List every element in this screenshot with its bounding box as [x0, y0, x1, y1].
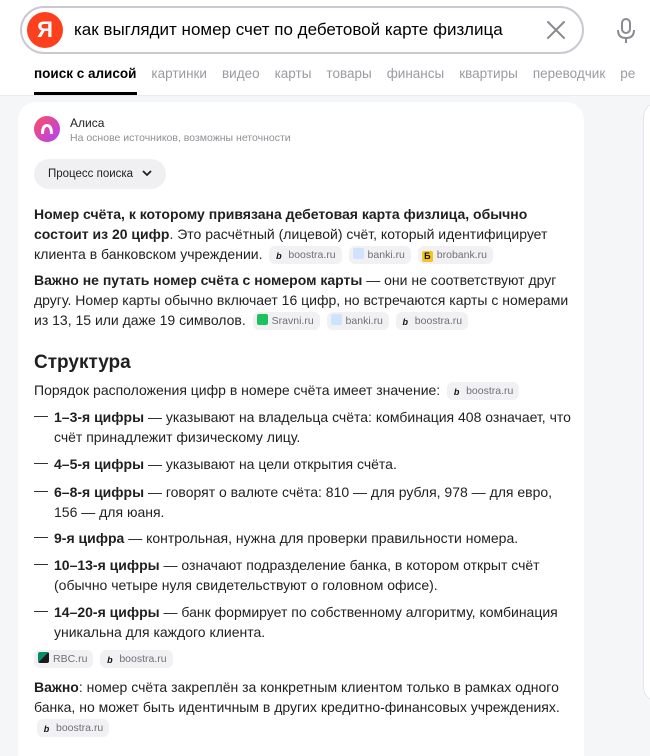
- assistant-disclaimer: На основе источников, возможны неточност…: [70, 132, 291, 144]
- sravni-icon: [256, 314, 268, 325]
- source-chip[interactable]: b boostra.ru: [100, 650, 173, 668]
- list-dash: —: [34, 454, 48, 470]
- tab-apartments[interactable]: квартиры: [459, 66, 518, 81]
- tab-translator[interactable]: переводчик: [533, 66, 605, 81]
- boostra-icon: b: [276, 251, 282, 261]
- search-process-label: Процесс поиска: [48, 168, 134, 180]
- tab-finance[interactable]: финансы: [387, 66, 445, 81]
- source-chip[interactable]: b boostra.ru: [37, 719, 110, 737]
- boostra-icon: b: [107, 655, 113, 665]
- source-chip[interactable]: b boostra.ru: [447, 382, 520, 400]
- chevron-down-icon: [142, 170, 152, 177]
- structure-intro: Порядок расположения цифр в номере счёта…: [34, 380, 574, 400]
- intro-text: Порядок расположения цифр в номере счёта…: [34, 382, 441, 398]
- active-tab-indicator: [34, 92, 137, 95]
- answer-paragraph-3: Важно: номер счёта закреплён за конкретн…: [34, 677, 574, 737]
- source-chip[interactable]: Sravni.ru: [252, 312, 320, 330]
- search-input[interactable]: как выглядит номер счет по дебетовой кар…: [74, 20, 503, 40]
- search-header: Я как выглядит номер счет по дебетовой к…: [0, 0, 650, 96]
- boostra-icon: b: [453, 387, 460, 397]
- microphone-icon: [617, 18, 635, 43]
- source-chip[interactable]: b boostra.ru: [269, 246, 342, 264]
- paragraph-text: : номер счёта закреплён за конкретным кл…: [34, 679, 560, 715]
- source-chip[interactable]: RBC.ru: [34, 650, 94, 668]
- paragraph-bold: Важно не путать номер счёта с номером ка…: [34, 272, 363, 288]
- list-dash: —: [34, 602, 48, 618]
- list-item: 4–5-я цифры — указывают на цели открытия…: [54, 456, 397, 472]
- banki-icon: [352, 248, 364, 259]
- source-chip[interactable]: b boostra.ru: [395, 312, 469, 330]
- list-item: 9-я цифра — контрольная, нужна для прове…: [54, 530, 519, 546]
- list-item: 14–20-я цифры — банк формирует по собств…: [54, 604, 558, 640]
- answer-paragraph-2: Важно не путать номер счёта с номером ка…: [34, 270, 574, 330]
- search-box[interactable]: Я как выглядит номер счет по дебетовой к…: [20, 6, 584, 54]
- list-item: 6–8-я цифры — говорят о валюте счёта: 81…: [54, 484, 553, 520]
- banki-icon: [330, 314, 342, 325]
- assistant-name: Алиса: [70, 116, 105, 130]
- list-sources: RBC.ru b boostra.ru: [34, 648, 574, 668]
- section-heading: Структура: [34, 352, 131, 373]
- source-chip[interactable]: Бbrobank.ru: [417, 246, 493, 264]
- source-chip[interactable]: banki.ru: [348, 246, 411, 264]
- answer-paragraph-1: Номер счёта, к которому привязана дебето…: [34, 204, 574, 264]
- source-chip[interactable]: banki.ru: [326, 312, 389, 330]
- list-item: 10–13-я цифры — означают подразделение б…: [54, 557, 540, 593]
- list-dash: —: [34, 528, 48, 544]
- tab-products[interactable]: товары: [326, 66, 371, 81]
- alice-logo-icon: [34, 116, 60, 142]
- boostra-icon: b: [43, 724, 50, 734]
- clear-search-button[interactable]: [544, 18, 568, 42]
- list-item: 1–3-я цифры — указывают на владельца счё…: [54, 409, 571, 445]
- tab-alice-search[interactable]: поиск с алисой: [34, 66, 136, 81]
- close-icon: [547, 21, 565, 39]
- yandex-logo[interactable]: Я: [27, 12, 63, 48]
- list-dash: —: [34, 482, 48, 498]
- tab-images[interactable]: картинки: [151, 66, 207, 81]
- alice-answer-card: Алиса На основе источников, возможны нет…: [18, 102, 584, 756]
- voice-search-button[interactable]: [614, 16, 638, 46]
- list-dash: —: [34, 407, 48, 423]
- tab-maps[interactable]: карты: [275, 66, 312, 81]
- search-tabs: поиск с алисой картинки видео карты товары фи…: [34, 66, 650, 88]
- paragraph-bold: Важно: [34, 679, 79, 695]
- boostra-icon: b: [402, 317, 409, 327]
- tab-video[interactable]: видео: [222, 66, 260, 81]
- tab-more[interactable]: ре: [620, 66, 635, 81]
- search-process-button[interactable]: Процесс поиска: [34, 159, 167, 189]
- side-card: [643, 102, 650, 702]
- rbc-icon: [38, 652, 49, 663]
- list-dash: —: [34, 555, 48, 571]
- brobank-icon: Б: [421, 251, 433, 262]
